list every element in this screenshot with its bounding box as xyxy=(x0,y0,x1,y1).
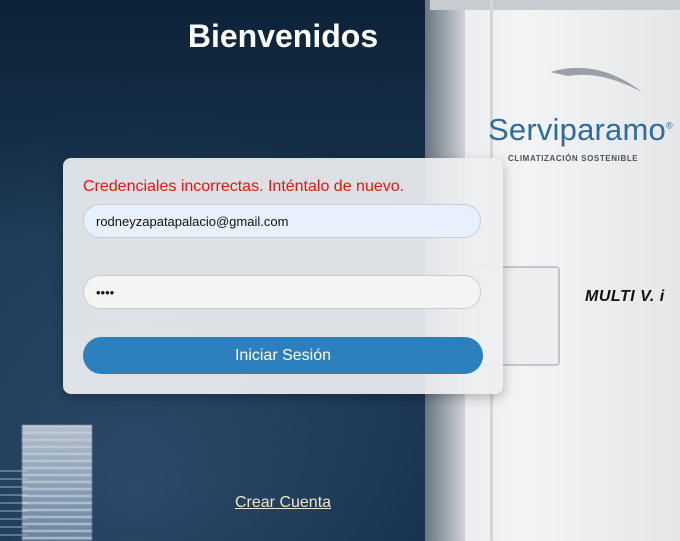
brand-logo: Serviparamo® xyxy=(488,112,673,148)
brand-name: Serviparamo xyxy=(488,112,666,147)
brand-tagline: CLIMATIZACIÓN SOSTENIBLE xyxy=(508,154,639,163)
brand-swoosh-icon xyxy=(550,67,642,92)
email-field[interactable] xyxy=(83,204,481,238)
login-card: Credenciales incorrectas. Inténtalo de n… xyxy=(63,158,503,394)
brand-trademark: ® xyxy=(665,120,673,131)
login-button[interactable]: Iniciar Sesión xyxy=(83,337,483,374)
page-title: Bienvenidos xyxy=(187,18,379,54)
password-field[interactable] xyxy=(83,275,481,309)
product-label: MULTI V. i xyxy=(585,288,665,305)
ac-unit-top xyxy=(430,0,680,10)
create-account-link[interactable]: Crear Cuenta xyxy=(235,494,331,512)
city-tower xyxy=(22,425,92,541)
error-message: Credenciales incorrectas. Inténtalo de n… xyxy=(83,178,405,195)
